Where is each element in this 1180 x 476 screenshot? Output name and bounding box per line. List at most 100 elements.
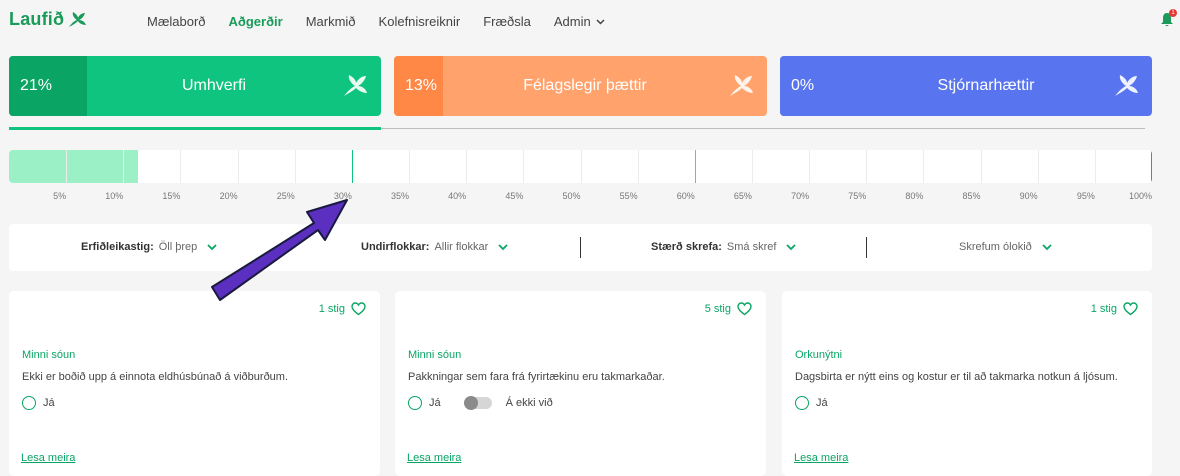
tick-label: 60% [676, 191, 695, 201]
chevron-down-icon [498, 243, 508, 250]
action-description: Pakkningar sem fara frá fyrirtækinu eru … [408, 371, 665, 383]
sort-value: Skrefum ólokið [959, 241, 1032, 253]
leaf-icon [69, 11, 87, 27]
radio-button[interactable] [408, 396, 422, 410]
active-tab-indicator [9, 127, 381, 130]
tick-label: 30% [333, 191, 352, 201]
filter-bar: Erfiðleikastig: Öll þrep Undirflokkar: A… [9, 224, 1152, 271]
tick-label: 15% [162, 191, 181, 201]
leaf-icon [344, 75, 367, 96]
scale-gridline [123, 150, 125, 183]
scale-gridline [466, 150, 468, 183]
progress-scale [9, 150, 1152, 183]
sort-filter[interactable]: Skrefum ólokið [959, 241, 1052, 253]
scale-gridline [980, 150, 982, 183]
nav-links: Mælaborð Aðgerðir Markmið Kolefnisreikni… [147, 14, 605, 29]
heart-icon[interactable] [737, 302, 752, 316]
category-percent: 21% [9, 56, 87, 116]
logo[interactable]: Laufið [9, 9, 87, 30]
tick-label: 10% [105, 191, 124, 201]
leaf-icon [1115, 75, 1138, 96]
scale-gridline [523, 150, 525, 183]
tick-label: 100% [1128, 191, 1152, 201]
nav-link-actions[interactable]: Aðgerðir [229, 14, 283, 29]
chevron-down-icon [207, 243, 217, 250]
scale-gridline [923, 150, 925, 183]
category-tab-social[interactable]: 13% Félagslegir þættir [394, 56, 767, 116]
radio-button[interactable] [795, 396, 809, 410]
points-label: 1 stig [1090, 303, 1117, 315]
chevron-down-icon [596, 18, 605, 25]
action-card: 5 stig Minni sóun Pakkningar sem fara fr… [395, 291, 766, 476]
tick-label: 75% [848, 191, 867, 201]
scale-gridline [580, 150, 582, 183]
logo-text: Laufið [9, 9, 65, 29]
nav-link-carbon-calculator[interactable]: Kolefnisreiknir [379, 14, 461, 29]
action-description: Ekki er boðið upp á einnota eldhúsbúnað … [22, 371, 289, 383]
nav-link-goals[interactable]: Markmið [306, 14, 356, 29]
option-yes-label: Já [816, 397, 828, 409]
subcategory-value: Allir flokkar [434, 241, 489, 253]
points: 5 stig [705, 302, 752, 316]
scale-gridline [1094, 150, 1096, 183]
subcategory-label: Undirflokkar: [361, 241, 430, 253]
tick-label: 85% [962, 191, 981, 201]
tick-label: 20% [219, 191, 238, 201]
difficulty-filter[interactable]: Erfiðleikastig: Öll þrep [81, 241, 217, 253]
category-percent: 13% [394, 56, 443, 116]
admin-label: Admin [553, 14, 591, 29]
read-more-link[interactable]: Lesa meira [794, 452, 848, 464]
progress-ticks: 5% 10% 15% 20% 25% 30% 35% 40% 45% 50% 55% 60% 65% 70… [9, 191, 1152, 205]
chevron-down-icon [786, 243, 797, 250]
nav-link-admin[interactable]: Admin [554, 14, 605, 29]
points-label: 1 stig [318, 303, 345, 315]
action-card: 1 stig Orkunýtni Dagsbirta er nýtt eins … [782, 291, 1152, 476]
option-yes[interactable]: Já [795, 396, 828, 410]
category-tab-governance[interactable]: 0% Stjórnarhættir [780, 56, 1152, 116]
tick-label: 45% [505, 191, 524, 201]
scale-gridline [294, 150, 296, 183]
action-category: Orkunýtni [795, 349, 843, 361]
target-marker [1151, 150, 1152, 183]
tick-label: 40% [448, 191, 467, 201]
category-percent: 0% [780, 56, 860, 116]
nav-link-education[interactable]: Fræðsla [483, 14, 531, 29]
subcategory-filter[interactable]: Undirflokkar: Allir flokkar [361, 241, 508, 253]
leaf-icon [730, 75, 753, 96]
option-yes-label: Já [429, 397, 441, 409]
option-yes[interactable]: Já Á ekki við [408, 396, 553, 410]
scale-gridline [637, 150, 639, 183]
action-card: 1 stig Minni sóun Ekki er boðið upp á ei… [9, 291, 380, 476]
tick-label: 35% [391, 191, 410, 201]
heart-icon[interactable] [351, 302, 366, 316]
action-category: Minni sóun [408, 349, 462, 361]
tick-label: 65% [733, 191, 752, 201]
filter-divider [866, 237, 867, 258]
action-description: Dagsbirta er nýtt eins og kostur er til … [795, 371, 1118, 383]
target-marker [694, 150, 696, 183]
notification-bell[interactable]: 1 [1160, 9, 1177, 28]
heart-icon[interactable] [1123, 302, 1138, 316]
top-nav: Laufið Mælaborð Aðgerðir Markmið Kolefni… [0, 0, 1180, 44]
option-yes[interactable]: Já [22, 396, 55, 410]
tick-label: 50% [562, 191, 581, 201]
progress-fill [9, 150, 139, 183]
chevron-down-icon [1042, 243, 1052, 250]
not-applicable-label: Á ekki við [505, 397, 553, 409]
read-more-link[interactable]: Lesa meira [21, 452, 75, 464]
tick-label: 95% [1076, 191, 1095, 201]
step-size-filter[interactable]: Stærð skrefa: Smá skref [651, 241, 797, 253]
scale-gridline [1037, 150, 1039, 183]
tick-label: 55% [619, 191, 638, 201]
radio-button[interactable] [22, 396, 36, 410]
scale-gridline [180, 150, 182, 183]
step-size-label: Stærð skrefa: [651, 241, 722, 253]
nav-link-dashboard[interactable]: Mælaborð [147, 14, 206, 29]
difficulty-value: Öll þrep [158, 241, 198, 253]
category-tab-environment[interactable]: 21% Umhverfi [9, 56, 381, 116]
scale-gridline [66, 150, 68, 183]
action-category: Minni sóun [22, 349, 76, 361]
tick-label: 90% [1019, 191, 1038, 201]
not-applicable-toggle[interactable] [463, 396, 492, 410]
read-more-link[interactable]: Lesa meira [407, 452, 461, 464]
